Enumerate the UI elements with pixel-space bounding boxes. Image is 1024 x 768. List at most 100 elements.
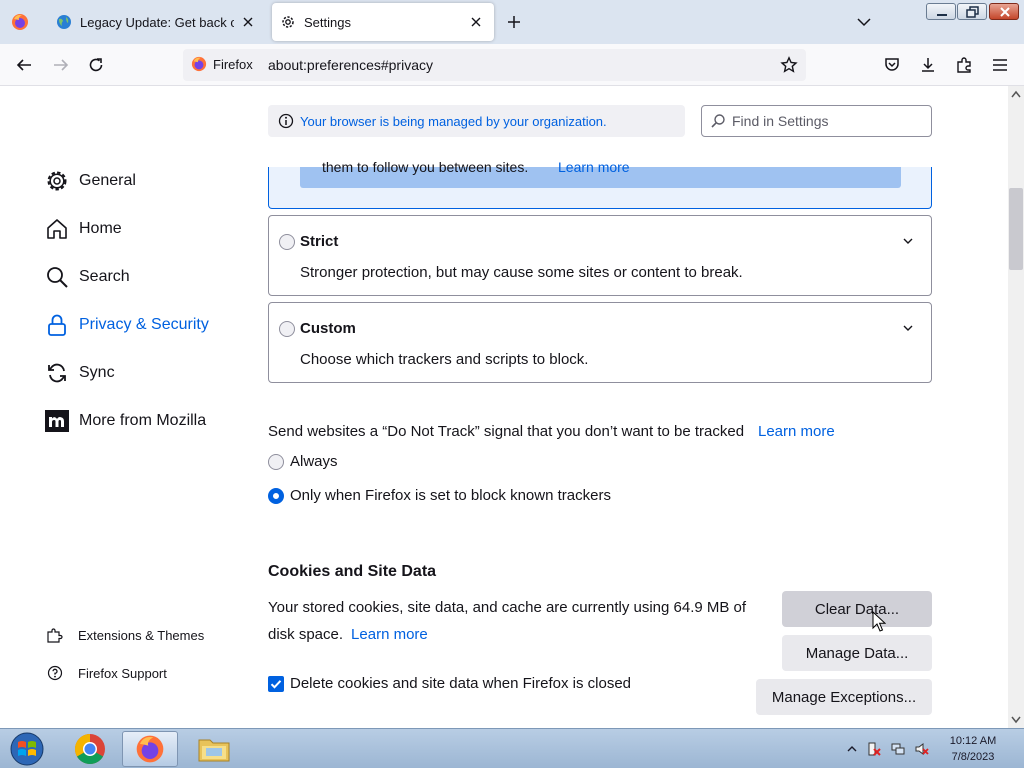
checkmark-icon: [270, 679, 282, 689]
taskbar-chrome[interactable]: [62, 731, 118, 767]
cookies-learn-more-link[interactable]: Learn more: [351, 626, 428, 643]
tab-label: Legacy Update: Get back online: [80, 14, 234, 30]
scroll-down-icon[interactable]: [1011, 716, 1021, 724]
close-icon: [1000, 7, 1010, 17]
tab-settings[interactable]: Settings: [272, 3, 494, 41]
preferences-content: Your browser is being managed by your or…: [0, 86, 1008, 728]
chevron-down-icon[interactable]: [902, 322, 914, 334]
cookies-usage-text: Your stored cookies, site data, and cach…: [268, 599, 747, 643]
minimize-button[interactable]: [926, 3, 956, 20]
url-bar[interactable]: Firefox about:preferences#privacy: [183, 49, 806, 81]
tab-legacy-update[interactable]: Legacy Update: Get back online: [44, 3, 266, 41]
search-icon: [711, 114, 725, 128]
identity-box[interactable]: Firefox: [191, 56, 253, 72]
sidebar-item-label: Home: [79, 220, 122, 237]
strict-title: Strict: [300, 233, 339, 250]
firefox-support-link[interactable]: Firefox Support: [47, 665, 167, 681]
close-icon[interactable]: [468, 14, 484, 30]
policy-notice-text: Your browser is being managed by your or…: [300, 113, 607, 129]
folder-icon: [198, 739, 230, 762]
new-tab-icon[interactable]: [505, 13, 523, 31]
windows-start-icon[interactable]: [8, 732, 46, 766]
back-icon[interactable]: [15, 56, 33, 74]
taskbar-explorer[interactable]: [186, 731, 242, 767]
search-icon: [47, 267, 68, 288]
dnt-option-only-when-blocking[interactable]: Only when Firefox is set to block known …: [268, 487, 611, 504]
tab-strip: Legacy Update: Get back online Settings: [0, 0, 1024, 44]
reload-icon[interactable]: [87, 56, 105, 74]
delete-on-close-row[interactable]: Delete cookies and site data when Firefo…: [268, 675, 631, 692]
chevron-down-icon[interactable]: [856, 14, 872, 30]
extensions-themes-link[interactable]: Extensions & Themes: [47, 627, 204, 643]
clock-time: 10:12 AM: [949, 735, 997, 747]
sidebar-item-privacy[interactable]: Privacy & Security: [45, 311, 209, 339]
settings-search[interactable]: [701, 105, 932, 137]
mozilla-icon: [45, 410, 69, 432]
manage-data-button[interactable]: Manage Data...: [782, 635, 932, 671]
dnt-only-when-radio[interactable]: [268, 487, 284, 504]
sidebar-item-label: More from Mozilla: [79, 412, 207, 429]
standard-learn-more-link[interactable]: Learn more: [558, 159, 630, 175]
sidebar-item-label: Privacy & Security: [79, 316, 209, 333]
search-input[interactable]: [732, 113, 922, 129]
clock-date: 7/8/2023: [951, 751, 995, 763]
bookmark-star-icon[interactable]: [780, 56, 798, 74]
forward-icon[interactable]: [52, 56, 70, 74]
scrollbar-thumb[interactable]: [1009, 188, 1023, 270]
dnt-option-always[interactable]: Always: [268, 453, 338, 470]
standard-note-text: them to follow you between sites.: [322, 159, 529, 175]
dnt-only-when-label: Only when Firefox is set to block known …: [290, 487, 611, 504]
navigation-toolbar: Firefox about:preferences#privacy: [0, 44, 1024, 86]
manage-exceptions-button[interactable]: Manage Exceptions...: [756, 679, 932, 715]
menu-icon[interactable]: [991, 56, 1009, 74]
policy-notice[interactable]: Your browser is being managed by your or…: [268, 105, 685, 137]
delete-on-close-label: Delete cookies and site data when Firefo…: [290, 675, 632, 692]
strict-description: Stronger protection, but may cause some …: [300, 264, 743, 281]
dnt-learn-more-link[interactable]: Learn more: [758, 423, 835, 440]
show-hidden-icons-icon[interactable]: [845, 742, 859, 756]
sidebar-item-more-from-mozilla[interactable]: More from Mozilla: [45, 407, 206, 435]
tracking-custom-card[interactable]: Custom Choose which trackers and scripts…: [268, 302, 932, 383]
delete-on-close-checkbox[interactable]: [268, 675, 284, 692]
custom-radio[interactable]: [279, 321, 295, 337]
gear-icon: [47, 171, 67, 191]
url-text[interactable]: about:preferences#privacy: [268, 57, 433, 73]
firefox-view-icon[interactable]: [11, 13, 29, 31]
custom-description: Choose which trackers and scripts to blo…: [300, 351, 589, 368]
sidebar-item-search[interactable]: Search: [45, 263, 130, 291]
sidebar-item-general[interactable]: General: [45, 167, 136, 195]
dnt-always-radio[interactable]: [268, 453, 284, 470]
chrome-icon: [74, 734, 105, 765]
extensions-themes-label: Extensions & Themes: [78, 627, 205, 643]
windows-taskbar: 10:12 AM 7/8/2023: [0, 728, 1024, 768]
strict-radio[interactable]: [279, 234, 295, 250]
downloads-icon[interactable]: [919, 56, 937, 74]
sync-icon: [48, 363, 66, 383]
window-close-button[interactable]: [989, 3, 1019, 20]
sidebar-item-home[interactable]: Home: [45, 215, 122, 243]
action-center-icon[interactable]: [867, 742, 881, 756]
system-clock[interactable]: 10:12 AM 7/8/2023: [942, 733, 1004, 765]
sidebar-item-sync[interactable]: Sync: [45, 359, 115, 387]
pocket-icon[interactable]: [883, 56, 901, 74]
tracking-strict-card[interactable]: Strict Stronger protection, but may caus…: [268, 215, 932, 296]
network-icon[interactable]: [891, 742, 905, 756]
close-icon[interactable]: [240, 14, 256, 30]
clear-data-button[interactable]: Clear Data...: [782, 591, 932, 627]
cookies-heading: Cookies and Site Data: [268, 563, 437, 580]
gear-icon: [282, 16, 294, 28]
dnt-always-label: Always: [290, 453, 338, 470]
extensions-icon[interactable]: [955, 56, 973, 74]
volume-muted-icon[interactable]: [915, 742, 929, 756]
custom-title: Custom: [300, 320, 356, 337]
globe-icon: [57, 15, 71, 29]
tracking-standard-card[interactable]: them to follow you between sites. Learn …: [268, 159, 932, 209]
sidebar-item-label: Search: [79, 268, 130, 285]
sidebar-item-label: Sync: [79, 364, 115, 381]
content-scrollbar[interactable]: [1008, 86, 1024, 728]
chevron-down-icon[interactable]: [902, 235, 914, 247]
taskbar-firefox[interactable]: [122, 731, 178, 767]
firefox-support-label: Firefox Support: [78, 665, 167, 681]
restore-button[interactable]: [957, 3, 987, 20]
scroll-up-icon[interactable]: [1011, 90, 1021, 98]
